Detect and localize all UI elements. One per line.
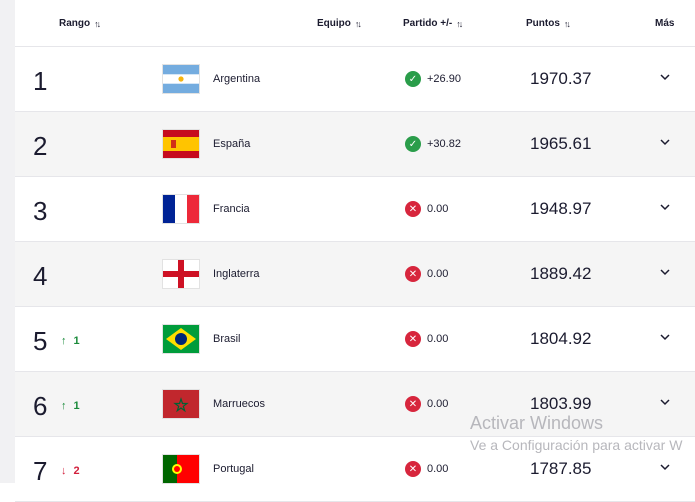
match-result: ✓ +30.82 (405, 136, 461, 152)
cross-circle-icon: ✕ (405, 331, 421, 347)
sort-match-button[interactable]: Partido +/- ↑↓ (403, 18, 463, 29)
chevron-down-icon[interactable] (657, 329, 673, 345)
team-column-label: Equipo (317, 18, 351, 29)
team-name: Marruecos (213, 398, 265, 410)
team-name: Portugal (213, 463, 254, 475)
rank-change: ↓ 2 (61, 465, 80, 477)
sort-icon: ↑↓ (354, 18, 362, 29)
match-value: 0.00 (427, 398, 449, 410)
rank-number: 1 (33, 66, 48, 96)
match-value: 0.00 (427, 463, 449, 475)
england-flag-icon (163, 260, 199, 288)
chevron-down-icon[interactable] (657, 394, 673, 410)
sort-icon: ↑↓ (456, 18, 463, 29)
argentina-flag-icon (163, 65, 199, 93)
rank-change-value: 2 (73, 465, 80, 477)
match-value: +30.82 (427, 138, 461, 150)
cross-circle-icon: ✕ (405, 266, 421, 282)
sort-team-button[interactable]: Equipo ↑↓ (317, 18, 362, 29)
chevron-down-icon[interactable] (657, 459, 673, 475)
match-result: ✕ 0.00 (405, 266, 448, 282)
rank-number: 7 (33, 456, 48, 486)
table-row[interactable]: 2 España ✓ +30.82 1965.61 (15, 112, 695, 177)
arrow-down-icon: ↓ (61, 465, 67, 477)
portugal-flag-icon (163, 455, 199, 483)
more-column-label: Más (655, 18, 674, 29)
more-label: Más (655, 18, 675, 29)
rank-change: ↑ 1 (61, 400, 80, 412)
points-value: 1889.42 (530, 264, 592, 283)
rank-number: 4 (33, 261, 48, 291)
match-value: 0.00 (427, 268, 449, 280)
rank-number: 5 (33, 326, 48, 356)
chevron-down-icon[interactable] (657, 134, 673, 150)
table-row[interactable]: 3 Francia ✕ 0.00 1948.97 (15, 177, 695, 242)
team-name: Francia (213, 203, 250, 215)
points-value: 1803.99 (530, 394, 592, 413)
rank-number: 6 (33, 391, 48, 421)
points-value: 1948.97 (530, 199, 592, 218)
points-value: 1965.61 (530, 134, 592, 153)
team-name: Brasil (213, 333, 241, 345)
spain-flag-icon (163, 130, 199, 158)
match-result: ✕ 0.00 (405, 396, 448, 412)
arrow-up-icon: ↑ (61, 335, 67, 347)
rank-change-value: 1 (73, 335, 80, 347)
sort-icon: ↑↓ (563, 18, 571, 29)
windows-activation-watermark-text: Ve a Configuración para activar W (470, 437, 683, 453)
cross-circle-icon: ✕ (405, 461, 421, 477)
rank-column-label: Rango (59, 18, 91, 29)
rank-change: ↑ 1 (61, 335, 80, 347)
chevron-down-icon[interactable] (657, 69, 673, 85)
chevron-down-icon[interactable] (657, 264, 673, 280)
match-result: ✕ 0.00 (405, 201, 448, 217)
match-result: ✕ 0.00 (405, 331, 448, 347)
rank-change-value: 1 (73, 400, 80, 412)
cross-circle-icon: ✕ (405, 396, 421, 412)
points-value: 1787.85 (530, 459, 592, 478)
points-column-label: Puntos (526, 18, 560, 29)
sort-points-button[interactable]: Puntos ↑↓ (526, 18, 571, 29)
points-value: 1804.92 (530, 329, 592, 348)
table-row[interactable]: 5 ↑ 1 Brasil ✕ 0.00 1804.92 (15, 307, 695, 372)
points-value: 1970.37 (530, 69, 592, 88)
brazil-flag-icon (163, 325, 199, 353)
sort-rank-button[interactable]: Rango ↑↓ (59, 18, 101, 29)
match-value: +26.90 (427, 73, 461, 85)
rank-number: 2 (33, 131, 48, 161)
check-circle-icon: ✓ (405, 136, 421, 152)
team-name: Argentina (213, 73, 261, 85)
table-row[interactable]: 4 Inglaterra ✕ 0.00 1889.42 (15, 242, 695, 307)
match-result: ✕ 0.00 (405, 461, 448, 477)
arrow-up-icon: ↑ (61, 400, 67, 412)
team-name: España (213, 138, 251, 150)
france-flag-icon (163, 195, 199, 223)
match-column-label: Partido +/- (403, 18, 453, 29)
check-circle-icon: ✓ (405, 71, 421, 87)
table-header: Rango ↑↓ Equipo ↑↓ Partido +/- ↑↓ Puntos… (15, 0, 695, 47)
rank-number: 3 (33, 196, 48, 226)
sort-icon: ↑↓ (94, 18, 101, 29)
table-row[interactable]: 1 Argentina ✓ +26.90 1970.37 (15, 47, 695, 112)
cross-circle-icon: ✕ (405, 201, 421, 217)
team-name: Inglaterra (213, 268, 260, 280)
match-value: 0.00 (427, 333, 449, 345)
windows-activation-watermark-title: Activar Windows (470, 413, 604, 433)
page-left-gutter (0, 0, 15, 483)
morocco-flag-icon (163, 390, 199, 418)
match-result: ✓ +26.90 (405, 71, 461, 87)
chevron-down-icon[interactable] (657, 199, 673, 215)
match-value: 0.00 (427, 203, 449, 215)
